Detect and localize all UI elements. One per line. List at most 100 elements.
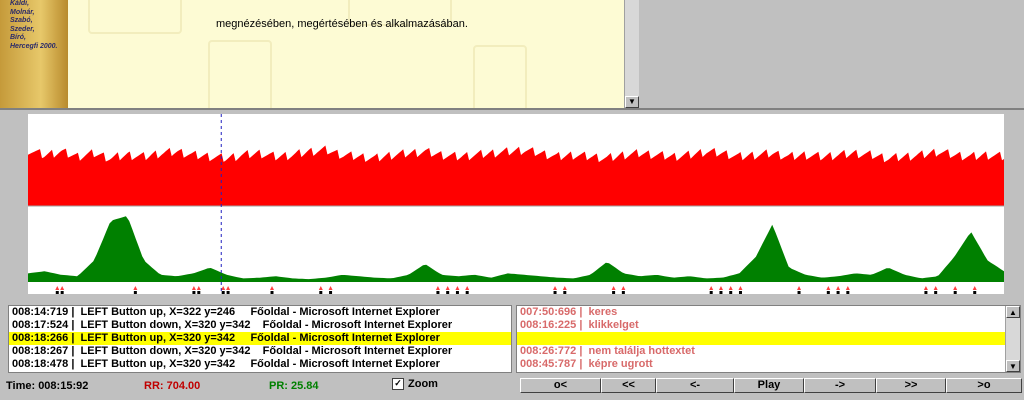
page-text: megnézésében, megértésében és alkalmazás…: [216, 18, 468, 30]
event-marker: [133, 286, 138, 290]
event-marker: [435, 286, 440, 290]
event-marker: [738, 286, 743, 290]
event-tick: [621, 291, 625, 294]
log-row[interactable]: 008:45:787 | képre ugrott: [517, 358, 1020, 371]
log-row[interactable]: 008:18:266 | LEFT Button up, X=320 y=342…: [9, 332, 511, 345]
event-tick: [436, 291, 440, 294]
book-cover-image: Káldi, Molnár, Szabó, Szeder, Bíró, Herc…: [0, 0, 69, 108]
vertical-scrollbar[interactable]: ▼: [624, 0, 639, 108]
log-row[interactable]: 008:14:719 | LEFT Button up, X=322 y=246…: [9, 306, 511, 319]
event-marker: [455, 286, 460, 290]
credits-text: Káldi, Molnár, Szabó, Szeder, Bíró, Herc…: [10, 0, 58, 50]
rr-readout: RR: 704.00: [144, 380, 201, 392]
event-tick: [55, 291, 59, 294]
event-marker: [553, 286, 558, 290]
zoom-checkbox[interactable]: ✓ Zoom: [392, 378, 438, 390]
event-tick: [192, 291, 196, 294]
log-row[interactable]: 008:16:225 | klikkelget: [517, 319, 1020, 332]
annotation-log[interactable]: ▲ ▼ 007:50:696 | keres 008:16:225 | klikk…: [516, 305, 1021, 373]
event-tick: [446, 291, 450, 294]
log-row[interactable]: 007:50:696 | keres: [517, 306, 1020, 319]
event-marker: [562, 286, 567, 290]
event-tick: [133, 291, 137, 294]
chart-panel: [0, 108, 1024, 296]
event-tick: [797, 291, 801, 294]
step-forward-button[interactable]: ->: [804, 378, 876, 393]
event-tick: [934, 291, 938, 294]
html-viewer[interactable]: megnézésében, megértésében és alkalmazás…: [68, 0, 624, 108]
event-marker: [845, 286, 850, 290]
scroll-down-icon[interactable]: ▼: [625, 96, 639, 108]
event-marker: [836, 286, 841, 290]
physiological-chart[interactable]: [28, 114, 1004, 294]
event-marker: [465, 286, 470, 290]
event-tick: [226, 291, 230, 294]
event-tick: [221, 291, 225, 294]
log-row[interactable]: 008:18:478 | LEFT Button up, X=320 y=342…: [9, 358, 511, 371]
event-marker: [797, 286, 802, 290]
event-marker: [621, 286, 626, 290]
event-marker: [196, 286, 201, 290]
event-tick: [846, 291, 850, 294]
event-marker: [221, 286, 226, 290]
rr-series: [28, 145, 1004, 206]
event-tick: [197, 291, 201, 294]
pr-series: [28, 216, 1004, 282]
log-row[interactable]: 008:17:524 | LEFT Button down, X=320 y=3…: [9, 319, 511, 332]
pr-readout: PR: 25.84: [269, 380, 319, 392]
empty-panel: [639, 0, 1024, 108]
event-marker: [60, 286, 65, 290]
event-tick: [553, 291, 557, 294]
log-row[interactable]: [517, 332, 1020, 345]
time-readout: Time: 008:15:92: [6, 380, 89, 392]
event-marker: [923, 286, 928, 290]
rewind-button[interactable]: <<: [601, 378, 656, 393]
event-marker: [709, 286, 714, 290]
event-tick: [270, 291, 274, 294]
event-tick: [924, 291, 928, 294]
event-marker: [826, 286, 831, 290]
event-tick: [563, 291, 567, 294]
event-tick: [738, 291, 742, 294]
event-marker: [933, 286, 938, 290]
event-marker: [445, 286, 450, 290]
status-bar: Time: 008:15:92 RR: 704.00 PR: 25.84 ✓ Z…: [0, 376, 1024, 400]
watermark-decoration: [88, 0, 182, 34]
event-marker: [611, 286, 616, 290]
event-tick: [455, 291, 459, 294]
watermark-decoration: [473, 45, 527, 108]
log-scrollbar[interactable]: ▲ ▼: [1005, 306, 1020, 372]
event-tick: [465, 291, 469, 294]
event-log[interactable]: 008:14:719 | LEFT Button up, X=322 y=246…: [8, 305, 512, 373]
zoom-label: Zoom: [408, 378, 438, 390]
scroll-down-icon[interactable]: ▼: [1006, 360, 1020, 372]
event-tick: [612, 291, 616, 294]
event-marker: [318, 286, 323, 290]
fast-forward-button[interactable]: >>: [876, 378, 946, 393]
first-button[interactable]: o<: [520, 378, 601, 393]
event-tick: [973, 291, 977, 294]
event-marker: [270, 286, 274, 290]
event-tick: [319, 291, 323, 294]
event-marker: [953, 286, 958, 290]
play-button[interactable]: Play: [734, 378, 804, 393]
event-tick: [729, 291, 733, 294]
event-tick: [836, 291, 840, 294]
step-back-button[interactable]: <-: [656, 378, 734, 393]
event-tick: [826, 291, 830, 294]
log-row[interactable]: 008:18:267 | LEFT Button down, X=320 y=3…: [9, 345, 511, 358]
watermark-decoration: [208, 40, 272, 108]
checkbox-icon[interactable]: ✓: [392, 378, 404, 390]
event-tick: [719, 291, 723, 294]
event-marker: [972, 286, 977, 290]
event-marker: [226, 286, 231, 290]
event-tick: [60, 291, 64, 294]
event-marker: [728, 286, 733, 290]
last-button[interactable]: >o: [946, 378, 1022, 393]
event-marker: [55, 286, 60, 290]
event-tick: [329, 291, 333, 294]
event-tick: [709, 291, 713, 294]
event-marker: [328, 286, 333, 290]
log-row[interactable]: 008:26:772 | nem találja hottextet: [517, 345, 1020, 358]
scroll-up-icon[interactable]: ▲: [1006, 306, 1020, 318]
